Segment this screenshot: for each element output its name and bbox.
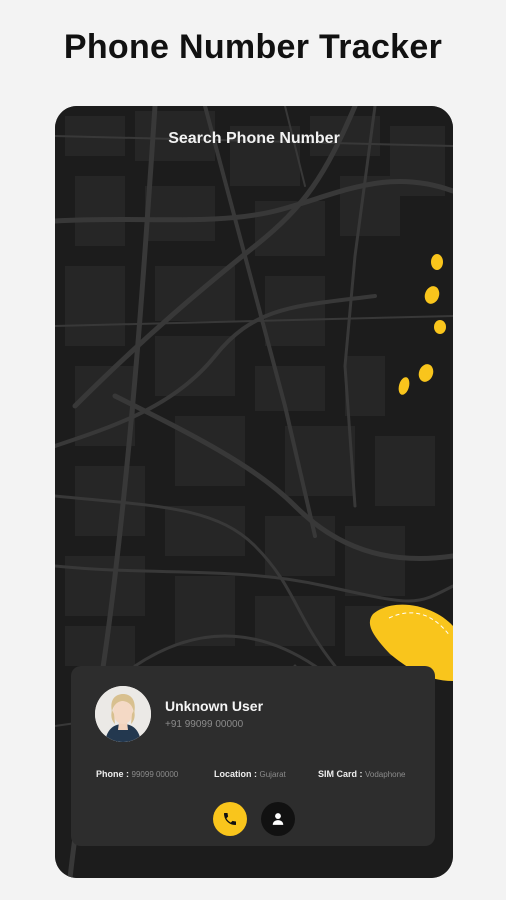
user-phone-number: +91 99099 00000 [165,719,244,730]
info-row: Phone : 99099 00000 Location : Gujarat S… [71,769,435,783]
info-location-value: Gujarat [259,770,286,779]
avatar-image [95,686,151,742]
info-sim-card: SIM Card : Vodaphone [318,769,406,779]
info-location-label: Location [214,769,252,779]
screen-title: Search Phone Number [168,130,340,147]
phone-icon [224,813,236,825]
contact-button[interactable] [261,802,295,836]
info-separator: : [251,769,260,779]
info-sim-card-label: SIM Card [318,769,358,779]
info-phone-value: 99099 00000 [131,770,179,779]
user-info-card: Unknown User +91 99099 00000 Phone : 990… [71,666,435,846]
user-name: Unknown User [165,698,264,714]
info-phone-label: Phone [96,769,124,779]
phone-screen: Search Phone Number Unknown User +91 990… [55,106,453,878]
info-separator: : [357,769,366,779]
info-separator: : [123,769,132,779]
info-sim-card-value: Vodaphone [365,770,406,779]
info-location: Location : Gujarat [214,769,286,779]
avatar [95,686,151,742]
call-button[interactable] [213,802,247,836]
info-phone: Phone : 99099 00000 [96,769,178,779]
user-icon [272,813,284,825]
page-headline: Phone Number Tracker [63,28,443,66]
